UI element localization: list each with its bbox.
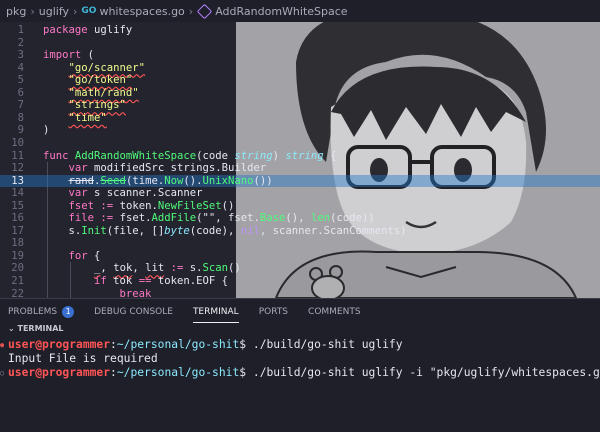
terminal-section-title: TERMINAL [17, 324, 64, 333]
breadcrumb: pkg › uglify › GO whitespaces.go › AddRa… [0, 0, 600, 22]
terminal-line: ○ user@programmer:~/personal/go-shit$ ./b… [0, 366, 600, 380]
chevron-right-icon: › [73, 4, 78, 18]
code-editor-lines-lower [0, 22, 600, 298]
tab-comments[interactable]: COMMENTS [308, 299, 361, 325]
breadcrumb-item-function[interactable]: AddRandomWhiteSpace [215, 5, 347, 18]
command-error-marker-icon: ● [0, 341, 5, 349]
problems-count-badge: 1 [62, 305, 75, 318]
breadcrumb-item-uglify[interactable]: uglify [39, 5, 69, 18]
tab-ports[interactable]: PORTS [259, 299, 288, 325]
go-file-icon: GO [81, 6, 97, 16]
command-marker-icon: ○ [0, 369, 5, 377]
terminal-output-line: Input File is required [8, 352, 158, 365]
function-symbol-icon [196, 3, 213, 19]
terminal-section-header[interactable]: ⌄ TERMINAL [0, 324, 600, 338]
tab-debug-console[interactable]: DEBUG CONSOLE [94, 299, 173, 325]
breadcrumb-item-pkg[interactable]: pkg [6, 5, 26, 18]
tab-terminal[interactable]: TERMINAL [192, 299, 239, 325]
tab-problems[interactable]: PROBLEMS 1 [8, 299, 75, 325]
terminal-line: ● user@programmer:~/personal/go-shit$ ./b… [0, 338, 403, 351]
terminal[interactable]: ● user@programmer:~/personal/go-shit$ ./b… [0, 338, 600, 432]
chevron-right-icon: › [30, 4, 35, 18]
terminal-input[interactable]: ./build/go-shit uglify -i "pkg/uglify/wh… [253, 366, 600, 379]
breadcrumb-item-file[interactable]: whitespaces.go [99, 5, 184, 18]
panel-tab-bar: PROBLEMS 1 DEBUG CONSOLE TERMINAL PORTS C… [0, 298, 600, 324]
chevron-right-icon: › [188, 4, 194, 18]
chevron-down-icon: ⌄ [8, 324, 15, 333]
